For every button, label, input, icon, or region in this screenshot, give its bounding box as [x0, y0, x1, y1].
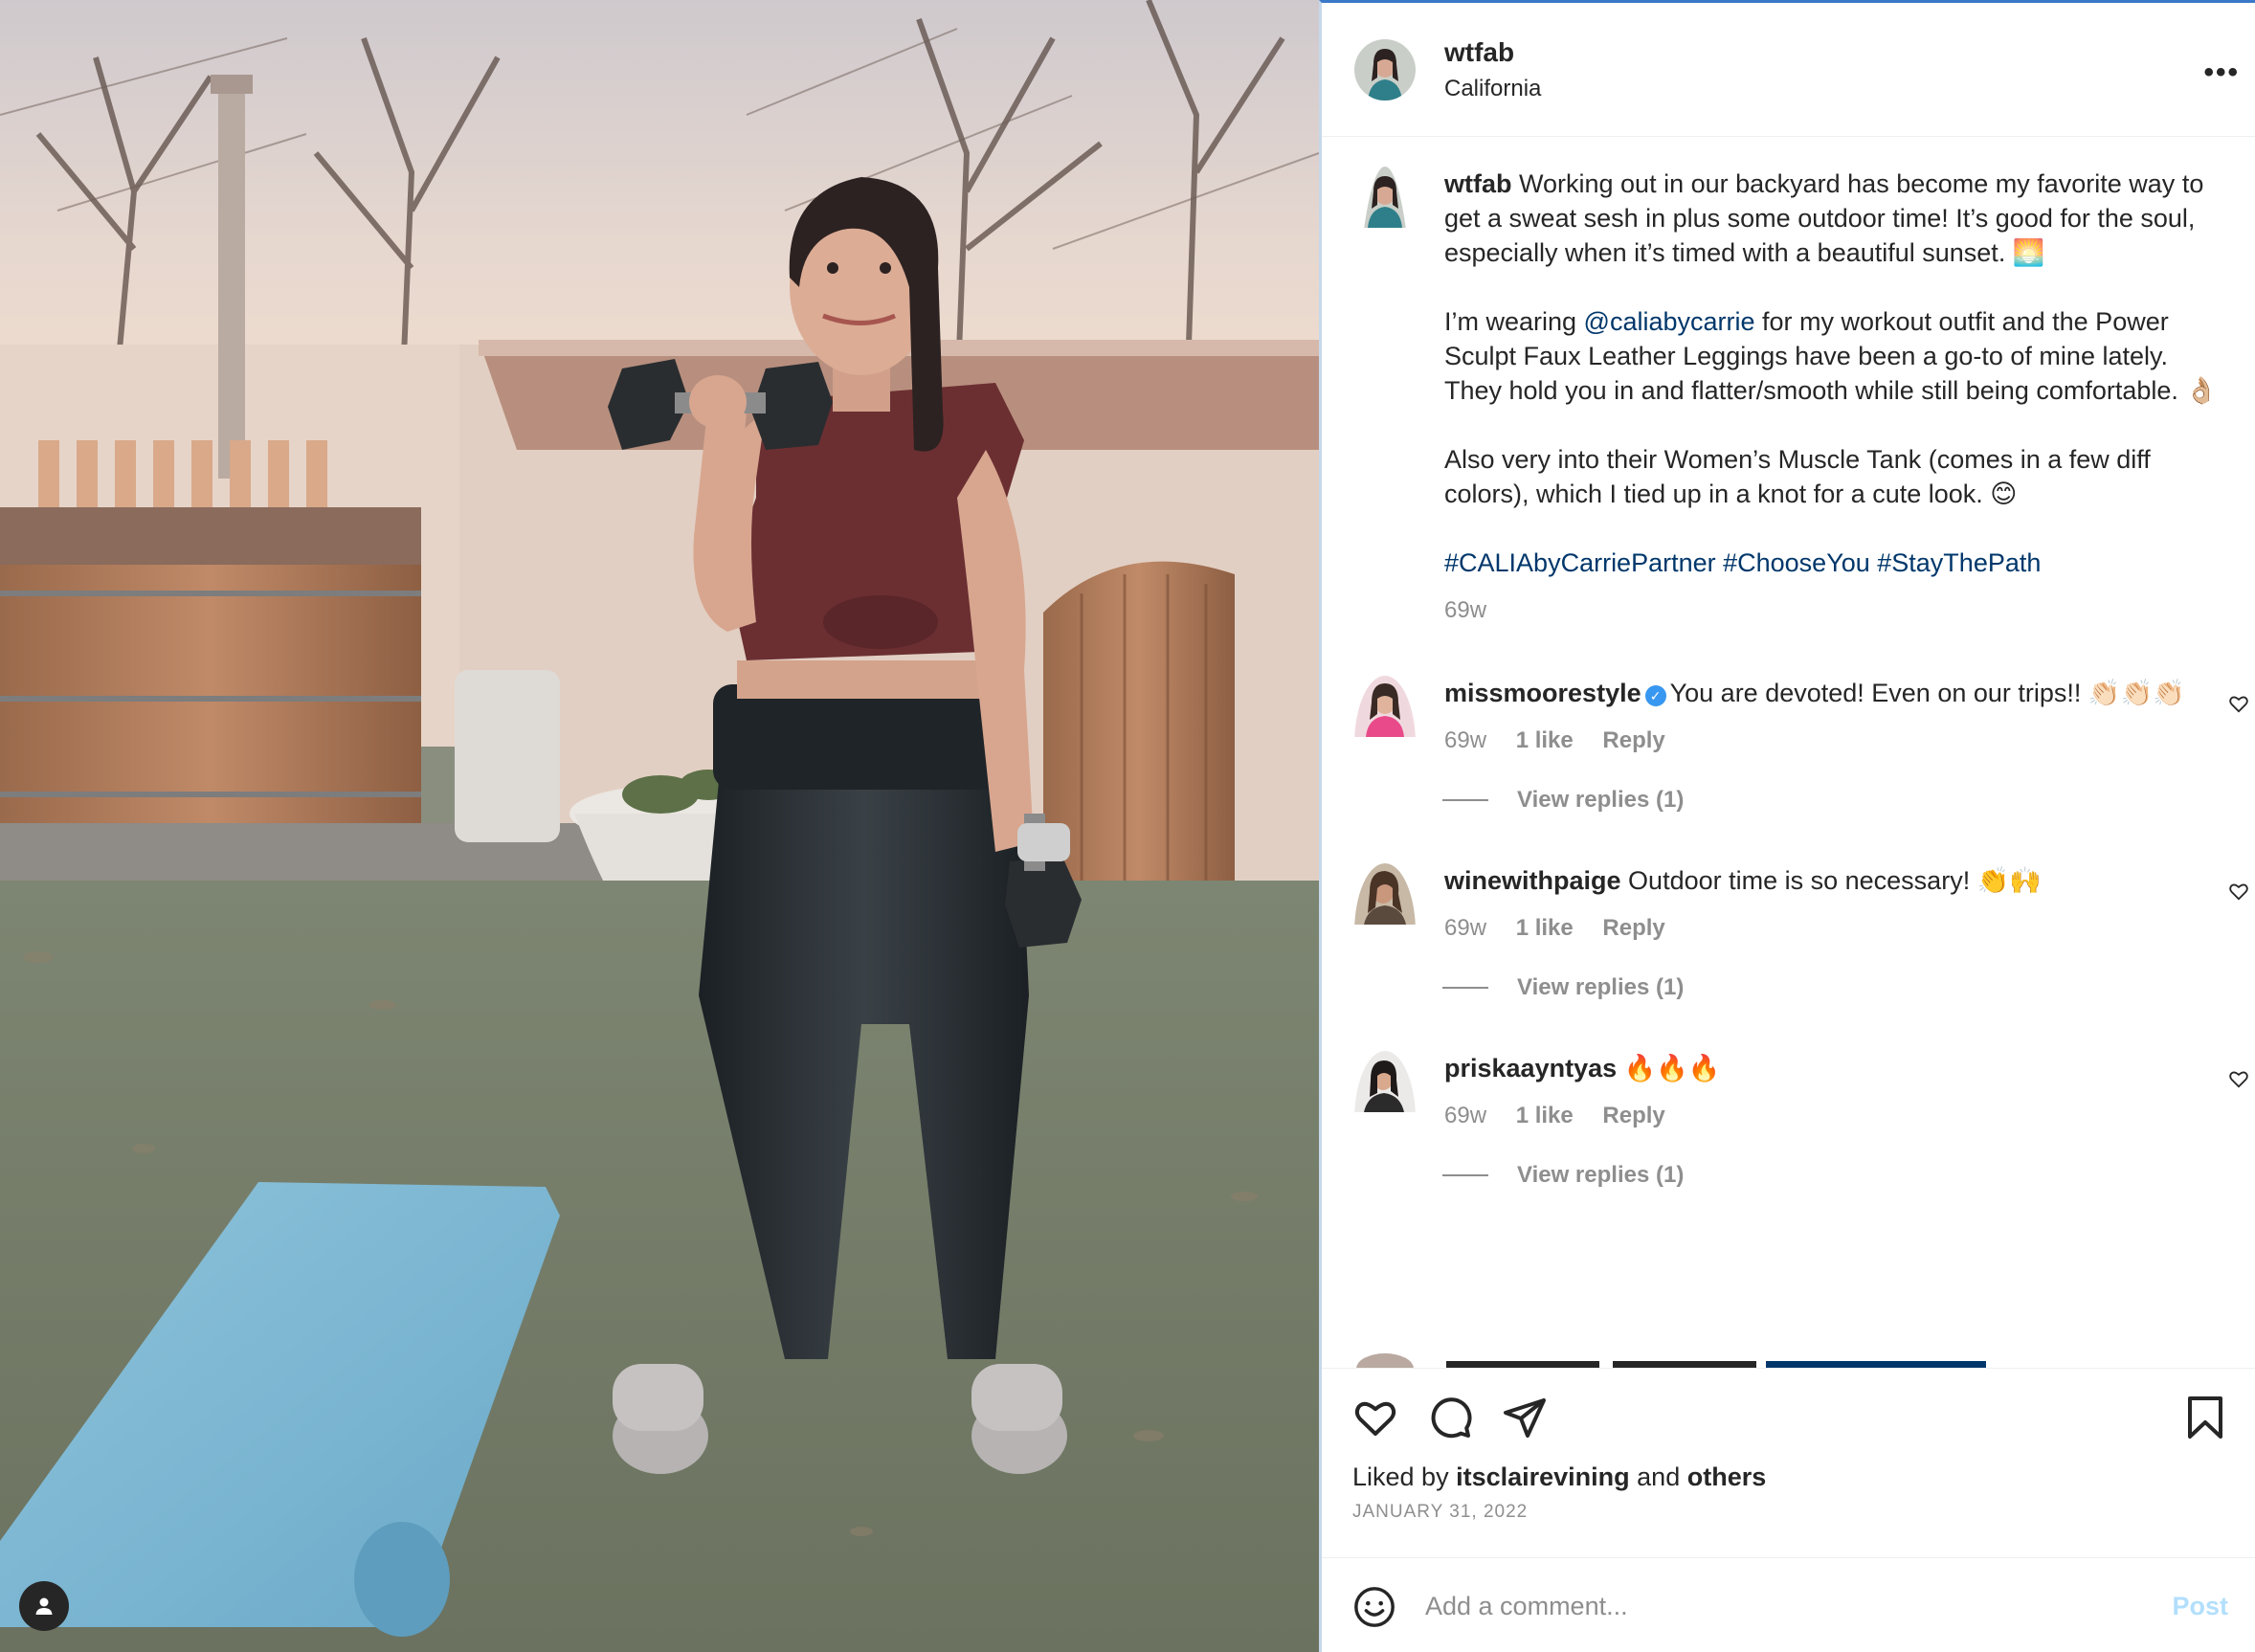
comment-item: missmoorestyle ✓ You are devoted! Even on …	[1354, 676, 2248, 814]
verified-badge-icon: ✓	[1644, 685, 1666, 706]
comment-likes[interactable]: 1 like	[1516, 727, 1574, 753]
comment-input[interactable]	[1425, 1592, 2173, 1621]
view-replies-label: View replies (1)	[1517, 974, 1685, 1000]
share-paper-plane-icon[interactable]	[1502, 1395, 1548, 1440]
comment-body: Outdoor time is so necessary! 👏🙌	[1628, 866, 2042, 895]
comment-username[interactable]: missmoorestyle	[1444, 679, 1641, 707]
comment-text: priskaayntyas 🔥🔥🔥	[1444, 1051, 2210, 1085]
comment-likes[interactable]: 1 like	[1516, 915, 1574, 941]
workout-photo-illustration	[0, 0, 1319, 1652]
caption-text: wtfab Working out in our backyard has be…	[1444, 167, 2229, 580]
comment-text: missmoorestyle ✓ You are devoted! Even on …	[1444, 676, 2210, 710]
comment-meta: 69w 1 like Reply	[1444, 727, 2222, 754]
comments-scroll-area[interactable]: wtfab Working out in our backyard has be…	[1322, 138, 2255, 1368]
more-options-icon[interactable]: •••	[2203, 56, 2240, 89]
comment-time[interactable]: 69w	[1444, 727, 1486, 753]
caption-hashtags[interactable]: #CALIAbyCarriePartner #ChooseYou #StayTh…	[1444, 546, 2229, 580]
caption-paragraph-1: Working out in our backyard has become m…	[1444, 169, 2204, 267]
comment-meta: 69w 1 like Reply	[1444, 915, 2222, 942]
post-location[interactable]: California	[1444, 76, 1541, 102]
post-photo[interactable]	[0, 0, 1319, 1652]
author-username[interactable]: wtfab	[1444, 37, 1541, 68]
comment-body: 🔥🔥🔥	[1623, 1054, 1721, 1083]
save-bookmark-icon[interactable]	[2184, 1395, 2226, 1440]
comment-text: winewithpaige Outdoor time is so necessa…	[1444, 863, 2210, 898]
liked-by-summary: Liked by itsclairevining and others	[1352, 1462, 2226, 1492]
post-actions: Liked by itsclairevining and others JANU…	[1322, 1368, 2255, 1523]
person-icon	[35, 1597, 53, 1615]
replies-divider	[1442, 1174, 1488, 1176]
comment-item: winewithpaige Outdoor time is so necessa…	[1354, 863, 2248, 1001]
replies-divider	[1442, 987, 1488, 989]
liked-by-prefix: Liked by	[1352, 1462, 1457, 1491]
commenter-avatar[interactable]	[1354, 676, 1416, 814]
view-replies-label: View replies (1)	[1517, 1162, 1685, 1188]
clipped-next-comment	[1354, 1346, 2216, 1368]
view-replies-button[interactable]: View replies (1)	[1442, 1162, 2222, 1189]
comment-time[interactable]: 69w	[1444, 1103, 1486, 1128]
view-replies-label: View replies (1)	[1517, 787, 1685, 813]
post-date[interactable]: JANUARY 31, 2022	[1352, 1502, 2226, 1523]
view-replies-button[interactable]: View replies (1)	[1442, 974, 2222, 1001]
caption-meta: 69w	[1444, 597, 2229, 624]
comment-body: You are devoted! Even on our trips!! 👏🏻👏…	[1669, 679, 2185, 707]
reply-button[interactable]: Reply	[1602, 1103, 1664, 1128]
emoji-picker-icon[interactable]	[1352, 1585, 1396, 1629]
comment-bubble-icon[interactable]	[1427, 1395, 1473, 1440]
caption-paragraph-2-start: I’m wearing	[1444, 307, 1584, 336]
comment-username[interactable]: priskaayntyas	[1444, 1054, 1617, 1083]
reply-button[interactable]: Reply	[1602, 915, 1664, 941]
action-icons-row	[1352, 1394, 2226, 1441]
post-header: wtfab California •••	[1322, 3, 2255, 137]
liked-by-others-link[interactable]: others	[1687, 1462, 1767, 1491]
liked-by-user-link[interactable]: itsclairevining	[1456, 1462, 1630, 1491]
post-comment-button[interactable]: Post	[2172, 1592, 2228, 1621]
replies-divider	[1442, 799, 1488, 801]
comment-likes[interactable]: 1 like	[1516, 1103, 1574, 1128]
comment-meta: 69w 1 like Reply	[1444, 1103, 2222, 1129]
tagged-users-button[interactable]	[19, 1581, 69, 1631]
view-replies-button[interactable]: View replies (1)	[1442, 787, 2222, 814]
caption-author-avatar[interactable]	[1354, 167, 1416, 624]
caption-username[interactable]: wtfab	[1444, 169, 1512, 198]
like-heart-icon[interactable]	[1352, 1395, 1398, 1440]
post-details-panel: wtfab California ••• wtfab Working out i…	[1319, 0, 2255, 1652]
caption-block: wtfab Working out in our backyard has be…	[1354, 167, 2222, 624]
add-comment-bar: Post	[1322, 1557, 2255, 1652]
comment-time[interactable]: 69w	[1444, 915, 1486, 941]
reply-button[interactable]: Reply	[1602, 727, 1664, 753]
liked-by-and: and	[1629, 1462, 1687, 1491]
author-avatar[interactable]	[1354, 38, 1416, 100]
like-comment-icon[interactable]	[2228, 881, 2249, 906]
like-comment-icon[interactable]	[2228, 693, 2249, 719]
mention-link[interactable]: @caliabycarrie	[1584, 307, 1755, 336]
comment-username[interactable]: winewithpaige	[1444, 866, 1621, 895]
like-comment-icon[interactable]	[2228, 1068, 2249, 1094]
caption-timestamp[interactable]: 69w	[1444, 597, 1486, 623]
commenter-avatar[interactable]	[1354, 863, 1416, 1001]
caption-paragraph-3: Also very into their Women’s Muscle Tank…	[1444, 445, 2151, 508]
comment-item: priskaayntyas 🔥🔥🔥 69w 1 like Reply View …	[1354, 1051, 2248, 1189]
commenter-avatar[interactable]	[1354, 1051, 1416, 1189]
